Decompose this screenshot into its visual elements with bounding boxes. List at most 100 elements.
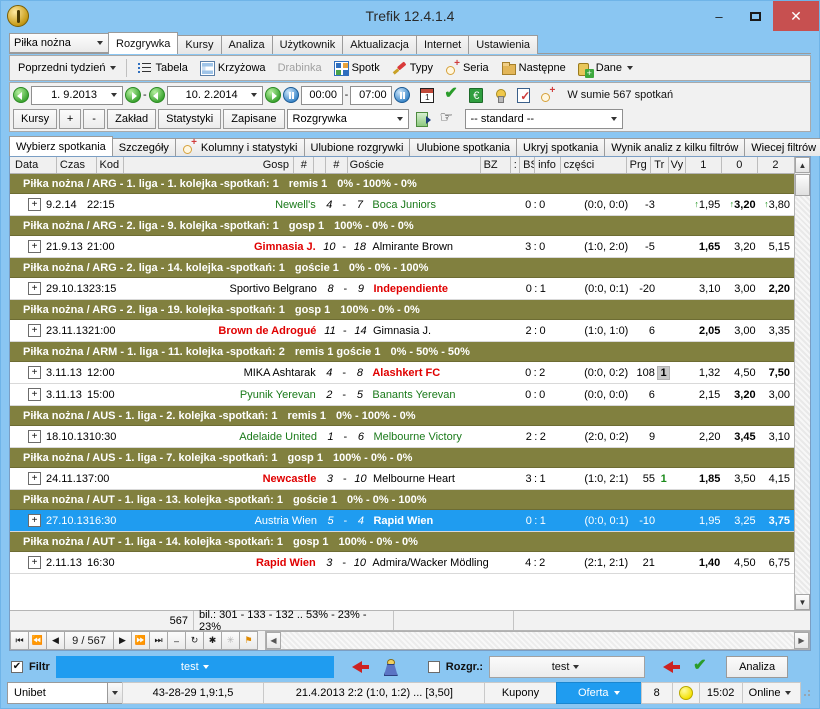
expand-row-button[interactable]: + (28, 388, 41, 401)
column-header-odds-1[interactable]: 1 (686, 157, 722, 173)
date-from-prev-icon[interactable] (13, 87, 29, 103)
horizontal-scrollbar[interactable]: ◀ ▶ (265, 631, 810, 650)
filter-select[interactable]: test (55, 656, 334, 678)
standard-select[interactable]: -- standard -- (464, 109, 623, 129)
statystyki-button[interactable]: Statystyki (158, 109, 222, 129)
bulb-icon[interactable] (493, 88, 507, 103)
chevron-down-icon[interactable] (106, 683, 122, 703)
expand-row-button[interactable]: + (28, 282, 41, 295)
kursy-button[interactable]: Kursy (13, 109, 58, 129)
nav-last-button[interactable]: ⏭ (149, 631, 168, 650)
decrease-button[interactable]: - (83, 109, 106, 129)
group-header-row[interactable]: Piłka nożna / AUT - 1. liga - 14. kolejk… (10, 532, 794, 552)
rozgr-checkbox[interactable] (427, 661, 440, 673)
column-header-odds-0[interactable]: 0 (722, 157, 758, 173)
date-to-next-icon[interactable] (264, 87, 281, 103)
table-row[interactable]: +18.10.13 10:30 Adelaide United 1-6 Melbourn… (10, 426, 794, 448)
date-to-field[interactable]: 10. 2.2014 (166, 85, 263, 105)
date-from-next-icon[interactable] (125, 87, 141, 103)
column-header-tr[interactable]: Tr (651, 157, 670, 173)
dane-button[interactable]: Dane (573, 59, 638, 78)
tab-aktualizacja[interactable]: Aktualizacja (342, 35, 417, 54)
column-header-bz[interactable]: BZ (481, 157, 512, 173)
column-header-kod[interactable]: Kod (97, 157, 124, 173)
vertical-scrollbar[interactable]: ▲ ▼ (794, 157, 810, 610)
magnifier-plus-icon[interactable] (540, 86, 555, 103)
sport-select[interactable]: Piłka nożna (9, 33, 109, 53)
mode-select[interactable]: Rozgrywka (286, 109, 409, 129)
column-header-data[interactable]: Data (10, 157, 57, 173)
column-header-dash[interactable] (314, 157, 326, 173)
tab-kursy[interactable]: Kursy (177, 35, 222, 54)
scrollbar-thumb[interactable] (795, 174, 810, 196)
group-header-row[interactable]: Piłka nożna / AUT - 1. liga - 13. kolejk… (10, 490, 794, 510)
euro-icon[interactable] (469, 87, 484, 103)
subtab-wybierz-spotkania[interactable]: Wybierz spotkania (9, 136, 113, 156)
hscroll-right-button[interactable]: ▶ (794, 632, 809, 649)
column-header-hash2[interactable]: # (326, 157, 348, 173)
nastepne-button[interactable]: Następne (496, 59, 571, 78)
table-row[interactable]: +3.11.13 15:00 Pyunik Yerevan 2-5 Banants Ye… (10, 384, 794, 406)
minimize-button[interactable]: – (701, 1, 737, 31)
apply-filter-arrow-icon[interactable] (351, 661, 369, 673)
checkmark-icon[interactable] (693, 658, 708, 675)
column-header-colon[interactable]: : (511, 157, 521, 173)
hscroll-track[interactable] (281, 632, 794, 649)
scrollbar-track[interactable] (795, 196, 810, 594)
expand-row-button[interactable]: + (28, 514, 41, 527)
column-header-gosp[interactable]: Gosp (124, 157, 295, 173)
time-from-icon[interactable] (282, 87, 299, 103)
tab-uzytkownik[interactable]: Użytkownik (271, 35, 344, 54)
column-header-vy[interactable]: Vy (669, 157, 686, 173)
tab-analiza[interactable]: Analiza (220, 35, 273, 54)
zaklad-button[interactable]: Zakład (107, 109, 157, 129)
time-to-field[interactable]: 07:00 (350, 85, 393, 105)
tab-internet[interactable]: Internet (415, 35, 470, 54)
nav-prev-button[interactable]: ◀ (46, 631, 65, 650)
group-header-row[interactable]: Piłka nożna / ARM - 1. liga - 11. kolejk… (10, 342, 794, 362)
form-check-icon[interactable] (517, 87, 531, 103)
column-header-odds-2[interactable]: 2 (758, 157, 794, 173)
tab-ustawienia[interactable]: Ustawienia (468, 35, 539, 54)
checkmark-icon[interactable] (444, 86, 459, 103)
column-header-goscie[interactable]: Goście (348, 157, 481, 173)
table-row[interactable]: +2.11.13 16:30 Rapid Wien 3-10 Admira/Wacker… (10, 552, 794, 574)
group-header-row[interactable]: Piłka nożna / ARG - 1. liga - 1. kolejka… (10, 174, 794, 194)
subtab-wiecej-filtrow[interactable]: Wiecej filtrów (744, 138, 820, 156)
online-select[interactable]: Online (741, 682, 802, 704)
group-header-row[interactable]: Piłka nożna / ARG - 2. liga - 9. kolejka… (10, 216, 794, 236)
close-button[interactable]: ✕ (773, 1, 819, 31)
subtab-ukryj-spotkania[interactable]: Ukryj spotkania (516, 138, 606, 156)
typy-button[interactable]: Typy (387, 59, 438, 78)
subtab-szczegoly[interactable]: Szczegóły (111, 138, 176, 156)
nav-prev-page-button[interactable]: ⏪ (28, 631, 47, 650)
column-header-prg[interactable]: Prg (627, 157, 651, 173)
time-to-icon[interactable] (394, 87, 411, 103)
tab-rozgrywka[interactable]: Rozgrywka (108, 32, 179, 54)
table-row[interactable]: +3.11.13 12:00 MIKA Ashtarak 4-8 Alashkert F… (10, 362, 794, 384)
prev-week-button[interactable]: Poprzedni tydzień (13, 60, 121, 76)
krzyzowa-button[interactable]: Krzyżowa (195, 59, 271, 78)
group-header-row[interactable]: Piłka nożna / ARG - 2. liga - 19. kolejk… (10, 300, 794, 320)
time-from-field[interactable]: 00:00 (300, 85, 343, 105)
oferta-button[interactable]: Oferta (555, 682, 642, 704)
table-row[interactable]: +9.2.14 22:15 Newell's 4-7 Boca Juniors 0:0 (0… (10, 194, 794, 216)
expand-row-button[interactable]: + (28, 472, 41, 485)
export-icon[interactable] (415, 111, 431, 127)
subtab-ulubione-spotkania[interactable]: Ulubione spotkania (409, 138, 518, 156)
expand-row-button[interactable]: + (28, 198, 41, 211)
table-row[interactable]: +27.10.13 16:30 Austria Wien 5-4 Rapid Wien 0… (10, 510, 794, 532)
filtr-checkbox[interactable]: ✔ (11, 661, 23, 673)
column-header-czesci[interactable]: części (561, 157, 627, 173)
zapisane-button[interactable]: Zapisane (223, 109, 285, 129)
column-header-czas[interactable]: Czas (57, 157, 97, 173)
column-header-hash1[interactable]: # (294, 157, 315, 173)
column-header-bs[interactable]: BS (520, 157, 536, 173)
spotk-button[interactable]: Spotk (329, 59, 385, 78)
subtab-kolumny-i-statystyki[interactable]: Kolumny i statystyki (174, 138, 305, 156)
subtab-ulubione-rozgrywki[interactable]: Ulubione rozgrywki (303, 138, 411, 156)
scroll-up-button[interactable]: ▲ (795, 157, 810, 173)
group-header-row[interactable]: Piłka nożna / AUS - 1. liga - 7. kolejka… (10, 448, 794, 468)
nav-refresh-button[interactable]: ↻ (185, 631, 204, 650)
table-row[interactable]: +24.11.13 7:00 Newcastle 3-10 Melbourne Hear… (10, 468, 794, 490)
